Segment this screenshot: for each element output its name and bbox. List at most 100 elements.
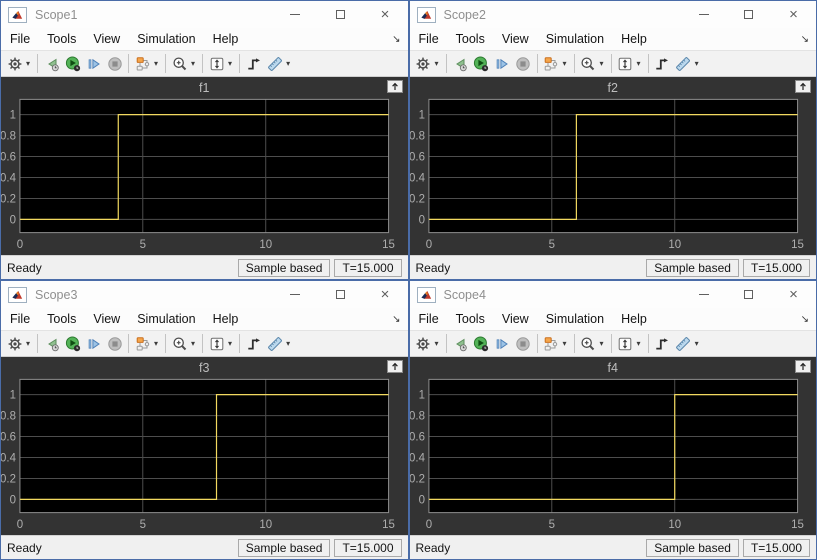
signal-selector-icon[interactable]	[132, 333, 153, 355]
zoom-dropdown-caret-icon[interactable]: ▾	[190, 59, 199, 68]
step-back-icon[interactable]	[450, 53, 471, 75]
maximize-button[interactable]	[726, 281, 771, 308]
fit-to-view-icon[interactable]	[206, 333, 227, 355]
measurements-dropdown-caret-icon[interactable]: ▾	[694, 59, 703, 68]
zoom-in-icon[interactable]	[578, 333, 599, 355]
zoom-in-icon[interactable]	[578, 53, 599, 75]
trigger-icon[interactable]	[243, 333, 264, 355]
dock-button[interactable]	[795, 80, 811, 93]
title-bar[interactable]: Scope1 ×	[1, 1, 408, 28]
title-bar[interactable]: Scope3 ×	[1, 281, 408, 308]
fit-to-view-dropdown-caret-icon[interactable]: ▾	[636, 339, 645, 348]
menu-help[interactable]: Help	[613, 310, 655, 328]
menu-file[interactable]: File	[411, 310, 447, 328]
run-icon[interactable]	[471, 53, 492, 75]
menu-simulation[interactable]: Simulation	[538, 310, 612, 328]
zoom-dropdown-caret-icon[interactable]: ▾	[599, 339, 608, 348]
dock-button[interactable]	[386, 360, 403, 373]
zoom-in-icon[interactable]	[169, 53, 190, 75]
trigger-icon[interactable]	[652, 53, 673, 75]
dock-button[interactable]	[795, 360, 811, 373]
menu-help[interactable]: Help	[205, 30, 247, 48]
close-button[interactable]: ×	[363, 1, 408, 28]
settings-gear-icon[interactable]	[4, 53, 25, 75]
run-icon[interactable]	[471, 333, 492, 355]
stop-icon[interactable]	[104, 53, 125, 75]
signal-selector-icon[interactable]	[541, 333, 562, 355]
title-bar[interactable]: Scope2 ×	[409, 1, 816, 28]
dock-button[interactable]	[386, 80, 403, 93]
step-back-icon[interactable]	[450, 333, 471, 355]
measurements-ruler-icon[interactable]	[673, 53, 694, 75]
menu-view[interactable]: View	[85, 310, 128, 328]
stop-icon[interactable]	[104, 333, 125, 355]
measurements-ruler-icon[interactable]	[264, 333, 285, 355]
settings-gear-icon[interactable]	[4, 333, 25, 355]
menu-help[interactable]: Help	[205, 310, 247, 328]
close-button[interactable]: ×	[363, 281, 408, 308]
step-back-icon[interactable]	[41, 53, 62, 75]
minimize-button[interactable]	[681, 281, 726, 308]
fit-to-view-dropdown-caret-icon[interactable]: ▾	[636, 59, 645, 68]
signal-selector-dropdown-caret-icon[interactable]: ▾	[562, 339, 571, 348]
menu-simulation[interactable]: Simulation	[129, 310, 203, 328]
fit-to-view-icon[interactable]	[615, 53, 636, 75]
step-forward-icon[interactable]	[492, 333, 513, 355]
fit-to-view-dropdown-caret-icon[interactable]: ▾	[227, 339, 236, 348]
settings-gear-icon[interactable]	[413, 53, 434, 75]
menu-tools[interactable]: Tools	[448, 310, 493, 328]
trigger-icon[interactable]	[652, 333, 673, 355]
menu-help[interactable]: Help	[613, 30, 655, 48]
minimize-button[interactable]	[681, 1, 726, 28]
settings-dropdown-caret-icon[interactable]: ▾	[434, 59, 443, 68]
run-icon[interactable]	[62, 333, 83, 355]
signal-selector-icon[interactable]	[132, 53, 153, 75]
measurements-dropdown-caret-icon[interactable]: ▾	[694, 339, 703, 348]
step-forward-icon[interactable]	[83, 333, 104, 355]
minimize-button[interactable]	[273, 1, 318, 28]
menu-view[interactable]: View	[494, 310, 537, 328]
fit-to-view-dropdown-caret-icon[interactable]: ▾	[227, 59, 236, 68]
maximize-button[interactable]	[318, 1, 363, 28]
fit-to-view-icon[interactable]	[615, 333, 636, 355]
menu-tools[interactable]: Tools	[39, 30, 84, 48]
settings-dropdown-caret-icon[interactable]: ▾	[25, 59, 34, 68]
trigger-icon[interactable]	[243, 53, 264, 75]
close-button[interactable]: ×	[771, 1, 816, 28]
stop-icon[interactable]	[513, 333, 534, 355]
menu-overflow-arrow-icon[interactable]: ↘	[801, 34, 809, 45]
zoom-in-icon[interactable]	[169, 333, 190, 355]
step-forward-icon[interactable]	[492, 53, 513, 75]
maximize-button[interactable]	[726, 1, 771, 28]
signal-selector-icon[interactable]	[541, 53, 562, 75]
signal-selector-dropdown-caret-icon[interactable]: ▾	[562, 59, 571, 68]
maximize-button[interactable]	[318, 281, 363, 308]
menu-tools[interactable]: Tools	[448, 30, 493, 48]
close-button[interactable]: ×	[771, 281, 816, 308]
measurements-dropdown-caret-icon[interactable]: ▾	[285, 59, 294, 68]
menu-simulation[interactable]: Simulation	[129, 30, 203, 48]
run-icon[interactable]	[62, 53, 83, 75]
measurements-dropdown-caret-icon[interactable]: ▾	[285, 339, 294, 348]
menu-overflow-arrow-icon[interactable]: ↘	[392, 34, 400, 45]
settings-dropdown-caret-icon[interactable]: ▾	[25, 339, 34, 348]
menu-overflow-arrow-icon[interactable]: ↘	[392, 314, 400, 325]
menu-overflow-arrow-icon[interactable]: ↘	[801, 314, 809, 325]
menu-file[interactable]: File	[2, 30, 38, 48]
fit-to-view-icon[interactable]	[206, 53, 227, 75]
title-bar[interactable]: Scope4 ×	[409, 281, 816, 308]
zoom-dropdown-caret-icon[interactable]: ▾	[190, 339, 199, 348]
step-forward-icon[interactable]	[83, 53, 104, 75]
menu-view[interactable]: View	[494, 30, 537, 48]
settings-gear-icon[interactable]	[413, 333, 434, 355]
menu-file[interactable]: File	[2, 310, 38, 328]
minimize-button[interactable]	[273, 281, 318, 308]
menu-tools[interactable]: Tools	[39, 310, 84, 328]
signal-selector-dropdown-caret-icon[interactable]: ▾	[153, 59, 162, 68]
measurements-ruler-icon[interactable]	[264, 53, 285, 75]
signal-selector-dropdown-caret-icon[interactable]: ▾	[153, 339, 162, 348]
menu-simulation[interactable]: Simulation	[538, 30, 612, 48]
menu-file[interactable]: File	[411, 30, 447, 48]
step-back-icon[interactable]	[41, 333, 62, 355]
zoom-dropdown-caret-icon[interactable]: ▾	[599, 59, 608, 68]
